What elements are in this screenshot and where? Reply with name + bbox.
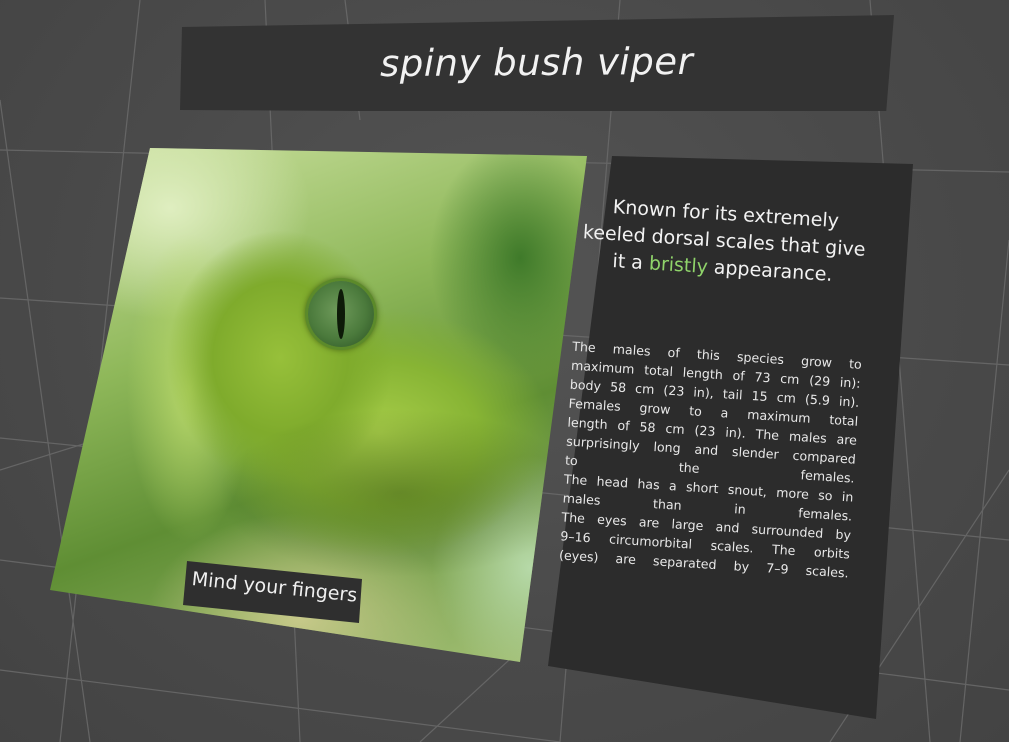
- info-content: Known for its extremely keeled dorsal sc…: [559, 192, 872, 582]
- viper-pupil: [337, 289, 345, 339]
- species-description: The males of this species grow to maximu…: [559, 337, 863, 583]
- viper-eye: [308, 281, 374, 347]
- species-title: spiny bush viper: [380, 39, 694, 85]
- highlight-text-after: appearance.: [713, 256, 834, 286]
- highlight-statement: Known for its extremely keeled dorsal sc…: [577, 192, 872, 291]
- vr-scene: spiny bush viper Mind your fingers Known…: [0, 0, 1009, 742]
- title-panel: spiny bush viper: [180, 15, 894, 111]
- highlight-accent-word: bristly: [648, 252, 709, 279]
